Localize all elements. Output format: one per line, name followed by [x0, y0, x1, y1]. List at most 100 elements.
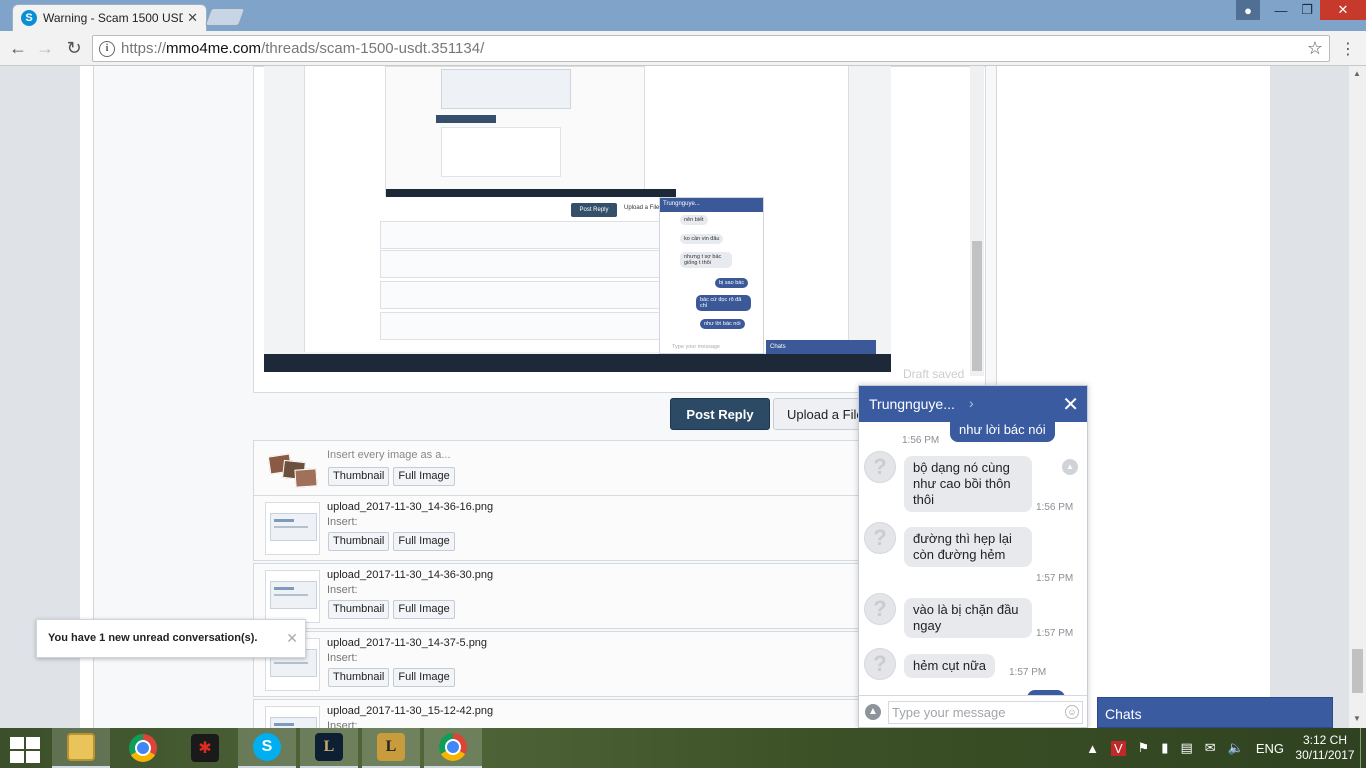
chat-header[interactable]: Trungnguye... › ✕ [859, 386, 1087, 422]
attachment-thumbnail[interactable] [265, 502, 320, 555]
editor-scrollbar-thumb[interactable] [972, 241, 982, 371]
embedded-chats-bar: Chats [766, 340, 876, 354]
new-tab-button[interactable] [204, 8, 246, 26]
attachment-thumbnail[interactable] [265, 706, 320, 728]
chat-message-incoming: bộ dạng nó cùng như cao bồi thôn thôi [904, 456, 1032, 512]
attachment-row: upload_2017-11-30_14-37-5.png Insert: Th… [253, 631, 873, 697]
browser-menu-icon[interactable]: ⋮ [1340, 39, 1356, 59]
show-hidden-icons-icon[interactable]: ▲ [1086, 741, 1099, 756]
avatar: ? [864, 451, 896, 483]
back-icon[interactable]: ← [6, 36, 30, 60]
address-bar[interactable]: i https://mmo4me.com/threads/scam-1500-u… [92, 35, 1330, 62]
scroll-up-icon[interactable]: ▲ [1062, 459, 1078, 475]
message-time: 1:56 PM [1036, 502, 1074, 513]
reload-icon[interactable]: ↻ [62, 36, 86, 60]
page-scrollbar[interactable]: ▲ ▼ [1349, 66, 1366, 728]
unread-conversation-notification[interactable]: You have 1 new unread conversation(s). ✕ [36, 619, 306, 658]
league-client-icon[interactable]: L [300, 728, 358, 768]
network-icon[interactable]: ▤ [1180, 740, 1192, 756]
bookmark-star-icon[interactable]: ☆ [1307, 38, 1323, 59]
windows-taskbar: ✱ S L L ▲ V ⚑ ▮ ▤ ✉ 🔈 ENG 3:12 CH 30/11/… [0, 728, 1366, 768]
chat-message-incoming: hẻm cụt nữa [904, 654, 996, 678]
embedded-chat-bubble: nhưng t sợ bác giống t thôi [680, 252, 732, 268]
close-window-button[interactable]: ✕ [1320, 0, 1366, 20]
chat-input-bar: ▲ Type your message ☺ [859, 695, 1087, 727]
embedded-taskbar [264, 354, 891, 372]
message-time: 1:56 PM [902, 435, 940, 446]
show-desktop-button[interactable] [1360, 728, 1366, 768]
post-reply-button[interactable]: Post Reply [670, 398, 770, 430]
chat-contact-name[interactable]: Trungnguye... [869, 396, 955, 412]
full-image-button[interactable]: Full Image [393, 668, 455, 687]
garena-icon[interactable]: ✱ [176, 728, 234, 768]
chats-bar[interactable]: Chats [1097, 697, 1333, 728]
network-flag-icon[interactable]: ⚑ [1138, 740, 1150, 756]
embedded-screenshot-image: Post Reply Upload a File Trungnguye... n… [264, 66, 891, 372]
editor-scrollbar[interactable] [970, 66, 984, 376]
full-image-button[interactable]: Full Image [393, 532, 455, 551]
message-time: 1:57 PM [1036, 573, 1074, 584]
clock[interactable]: 3:12 CH 30/11/2017 [1290, 733, 1360, 763]
clock-date: 30/11/2017 [1295, 748, 1355, 762]
skype-icon[interactable]: S [238, 728, 296, 768]
language-indicator[interactable]: ENG [1256, 741, 1284, 756]
forward-icon[interactable]: → [33, 36, 57, 60]
tab-title: Warning - Scam 1500 USDT [43, 11, 184, 25]
thumbnail-button[interactable]: Thumbnail [328, 600, 390, 619]
attachment-row: upload_2017-11-30_14-36-16.png Insert: T… [253, 495, 873, 561]
attachment-filename: upload_2017-11-30_15-12-42.png [327, 705, 494, 717]
chrome-active-icon[interactable] [424, 728, 482, 768]
attachment-thumbnail[interactable] [265, 570, 320, 623]
emoji-icon[interactable]: ☺ [1065, 705, 1079, 719]
chat-message-outgoing: như lời bác nói [950, 422, 1055, 442]
attachment-filename: upload_2017-11-30_14-36-16.png [327, 501, 494, 513]
window-controls: ● — ❐ ✕ [1236, 0, 1366, 20]
notification-text: You have 1 new unread conversation(s). [48, 632, 258, 644]
message-icon[interactable]: ✉ [1205, 740, 1216, 756]
chat-close-icon[interactable]: ✕ [1062, 392, 1079, 417]
tab-close-icon[interactable]: ✕ [187, 10, 198, 26]
browser-tab[interactable]: S Warning - Scam 1500 USDT ✕ [12, 4, 207, 31]
scroll-up-arrow-icon[interactable]: ▲ [1353, 69, 1361, 78]
maximize-button[interactable]: ❐ [1294, 0, 1320, 20]
thumbnail-button[interactable]: Thumbnail [328, 668, 390, 687]
page-scrollbar-thumb[interactable] [1352, 649, 1363, 693]
volume-icon[interactable]: 🔈 [1228, 740, 1244, 756]
chat-expand-icon[interactable]: ▲ [865, 704, 881, 720]
full-image-button[interactable]: Full Image [393, 600, 455, 619]
url-prefix: https:// [121, 40, 167, 57]
battery-icon[interactable]: ▮ [1161, 740, 1168, 756]
draft-status: Draft saved [903, 367, 965, 381]
embedded-attachment-row [380, 312, 660, 340]
insert-label: Insert: [327, 584, 358, 596]
attachment-filename: upload_2017-11-30_14-37-5.png [327, 637, 488, 649]
browser-toolbar: ← → ↻ i https://mmo4me.com/threads/scam-… [0, 31, 1366, 66]
chat-messages[interactable]: 1:56 PM như lời bác nói ▲ ? bộ dạng nó c… [859, 422, 1087, 695]
attachment-row: upload_2017-11-30_15-12-42.png Insert: [253, 699, 873, 728]
file-explorer-icon[interactable] [52, 728, 110, 768]
scroll-down-arrow-icon[interactable]: ▼ [1353, 714, 1361, 723]
embedded-chat-header: Trungnguye... [660, 198, 763, 212]
embedded-chat-bubble: ko cần vin đâu [680, 234, 724, 244]
notification-close-icon[interactable]: ✕ [286, 630, 298, 647]
chevron-right-icon[interactable]: › [969, 395, 974, 411]
chat-message-input[interactable]: Type your message [888, 701, 1083, 724]
thumbnail-all-button[interactable]: Thumbnail [328, 467, 390, 486]
windows-start-icon[interactable] [8, 736, 40, 763]
chrome-icon[interactable] [114, 728, 172, 768]
minimize-button[interactable]: — [1268, 0, 1294, 20]
url-domain: mmo4me.com [166, 40, 262, 57]
embedded-chat: Trungnguye... nên biết ko cần vin đâu nh… [659, 197, 764, 354]
attachment-row: upload_2017-11-30_14-36-30.png Insert: T… [253, 563, 873, 629]
embedded-chat-bubble: nên biết [680, 215, 708, 225]
embedded-chat-bubble: bác cứ đọc rõ đã chỉ [696, 295, 751, 311]
antivirus-icon[interactable]: V [1110, 740, 1126, 756]
page-viewport: Post Reply Upload a File Trungnguye... n… [0, 66, 1366, 728]
site-info-icon[interactable]: i [99, 40, 115, 57]
thumbnail-button[interactable]: Thumbnail [328, 532, 390, 551]
insert-label: Insert: [327, 720, 358, 728]
league-of-legends-icon[interactable]: L [362, 728, 420, 768]
profile-icon[interactable]: ● [1236, 0, 1260, 20]
attachment-filename: upload_2017-11-30_14-36-30.png [327, 569, 494, 581]
full-image-all-button[interactable]: Full Image [393, 467, 455, 486]
